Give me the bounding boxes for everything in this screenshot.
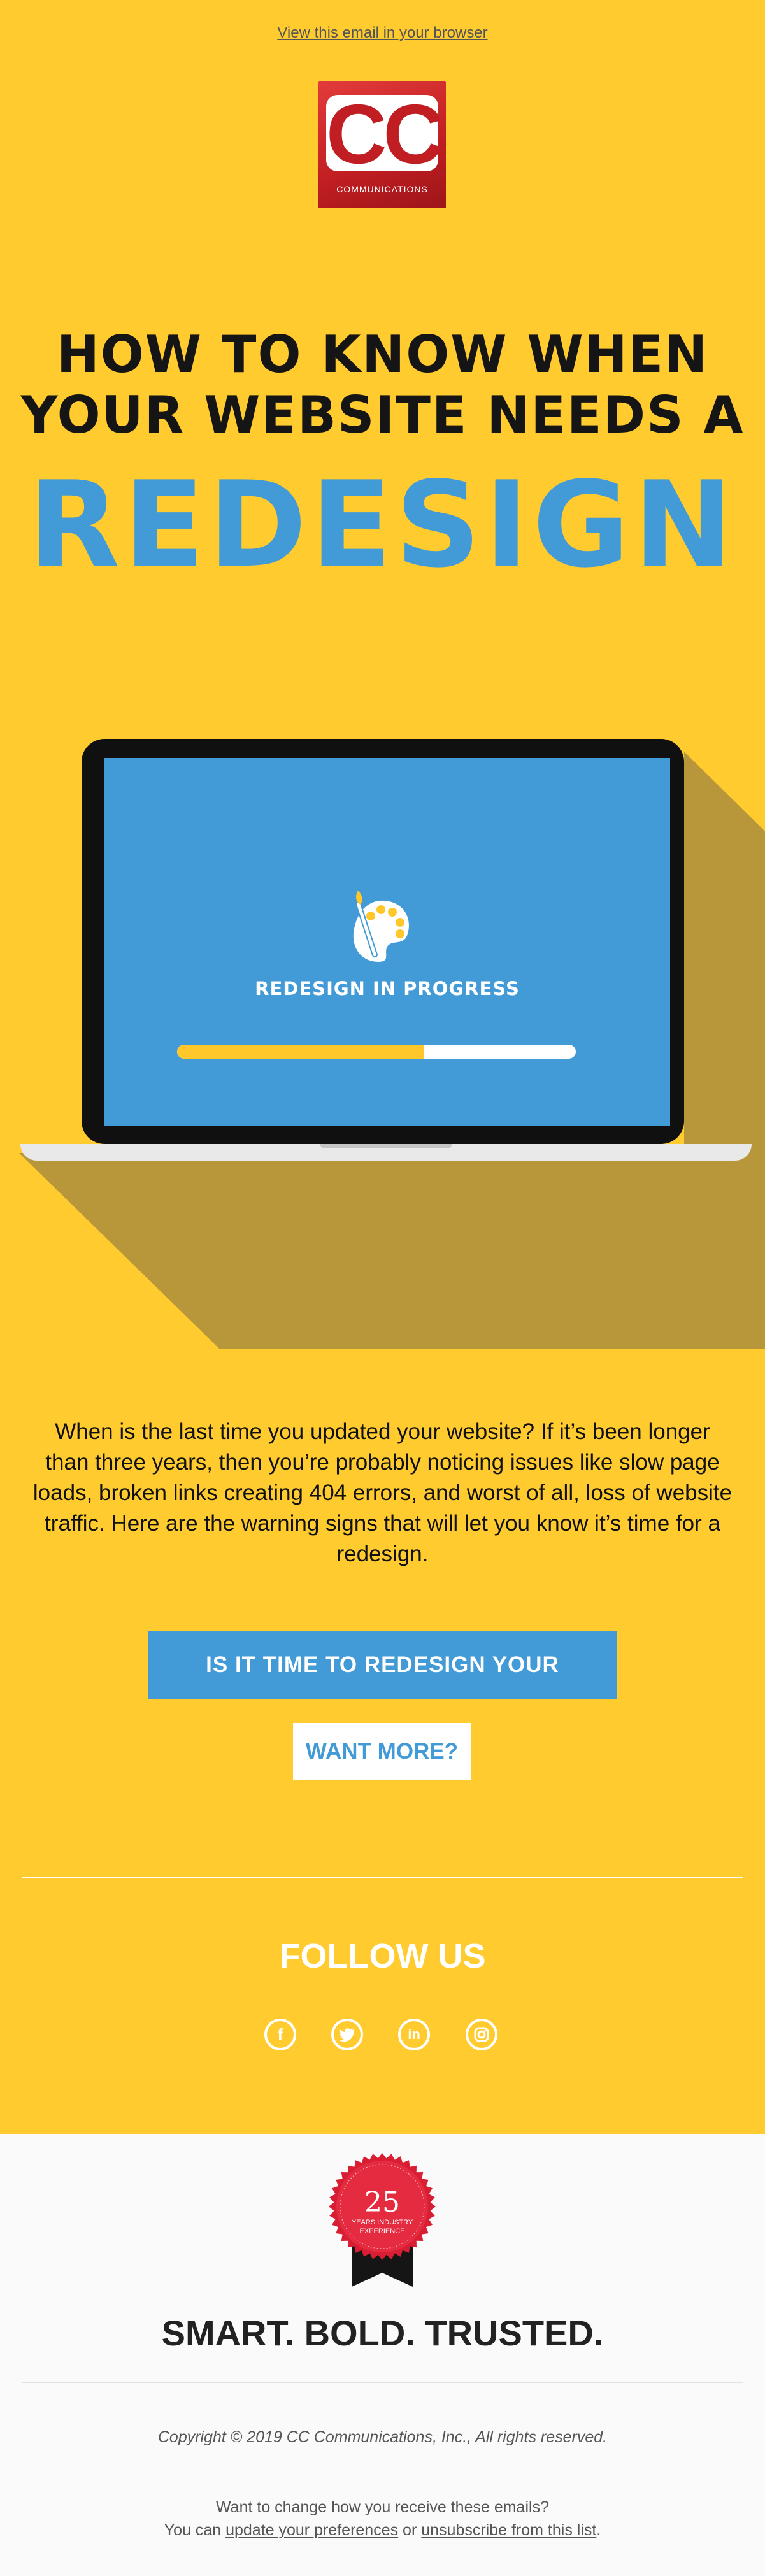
tagline: SMART. BOLD. TRUSTED. (161, 2313, 604, 2353)
laptop-notch (320, 1144, 452, 1148)
paint-palette-icon (353, 891, 409, 962)
seal-text-line2: EXPERIENCE (360, 2228, 405, 2235)
facebook-icon[interactable]: f (264, 2019, 296, 2050)
follow-us-heading: FOLLOW US (279, 1937, 486, 1975)
instagram-icon[interactable] (466, 2019, 497, 2050)
prefs-prefix: You can (164, 2521, 226, 2539)
prefs-suffix: . (596, 2521, 601, 2539)
copyright-text: Copyright © 2019 CC Communications, Inc.… (157, 2428, 608, 2446)
progress-bar-fill (177, 1045, 425, 1059)
seal-number: 25 (364, 2186, 400, 2219)
twitter-icon[interactable] (331, 2019, 363, 2050)
prefs-or: or (398, 2521, 422, 2539)
25-years-seal-badge: 25 YEARS INDUSTRY EXPERIENCE (329, 2153, 436, 2287)
email-preferences-line: You can update your preferences or unsub… (0, 2521, 765, 2540)
intro-paragraph: When is the last time you updated your w… (32, 1419, 733, 1566)
redesign-in-progress-label: REDESIGN IN PROGRESS (255, 978, 520, 999)
want-more-button[interactable]: WANT MORE? (293, 1723, 471, 1780)
unsubscribe-link[interactable]: unsubscribe from this list (421, 2521, 596, 2539)
redesign-cta-button[interactable]: IS IT TIME TO REDESIGN YOUR WEBSITE? (148, 1631, 617, 1746)
update-preferences-link[interactable]: update your preferences (225, 2521, 398, 2539)
linkedin-icon[interactable]: in (398, 2019, 430, 2050)
seal-text-line1: YEARS INDUSTRY (352, 2219, 413, 2226)
section-divider (22, 1877, 743, 1878)
footer-divider (22, 2382, 743, 2383)
email-preferences-question: Want to change how you receive these ema… (216, 2498, 549, 2516)
redesign-progress-bar (177, 1045, 576, 1059)
